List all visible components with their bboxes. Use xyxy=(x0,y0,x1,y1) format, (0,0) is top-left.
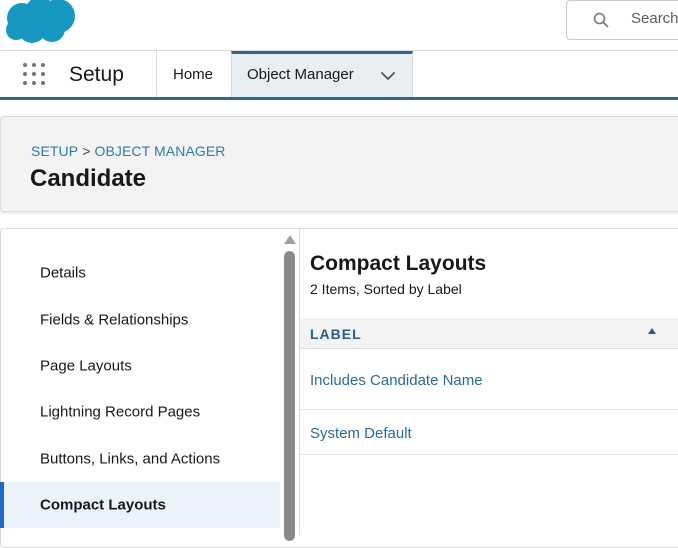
sidebar-item-label: Compact Layouts xyxy=(40,496,166,514)
tab-home[interactable]: Home xyxy=(156,51,232,97)
sidebar-item-compact-layouts[interactable]: Compact Layouts xyxy=(0,482,280,528)
column-header-text: LABEL xyxy=(310,326,362,342)
section-title: Compact Layouts xyxy=(310,252,487,275)
breadcrumb-separator: > xyxy=(82,143,91,159)
search-input[interactable] xyxy=(631,10,678,27)
app-navigation-bar: Setup Home Object Manager xyxy=(0,51,678,100)
global-search[interactable] xyxy=(566,0,678,40)
sidebar-item-label: Fields & Relationships xyxy=(40,311,189,329)
breadcrumb-setup[interactable]: SETUP xyxy=(31,143,78,159)
scroll-up-arrow-icon[interactable] xyxy=(284,235,296,244)
sidebar-item-fields-relationships[interactable]: Fields & Relationships xyxy=(0,297,280,343)
object-header: SETUP > OBJECT MANAGER Candidate xyxy=(0,116,678,212)
sort-ascending-icon[interactable] xyxy=(648,328,656,334)
table-row: System Default xyxy=(300,410,678,455)
item-count: 2 Items, Sorted by Label xyxy=(310,281,462,297)
sidebar-item-label: Buttons, Links, and Actions xyxy=(40,450,221,468)
object-sidebar: Details Fields & Relationships Page Layo… xyxy=(0,228,281,534)
app-launcher-icon[interactable] xyxy=(20,60,48,88)
sidebar-item-details[interactable]: Details xyxy=(0,250,280,296)
sidebar-item-label: Lightning Record Pages xyxy=(40,403,201,421)
compact-layout-link[interactable]: System Default xyxy=(310,425,412,442)
sidebar-scrollbar[interactable] xyxy=(281,229,298,541)
breadcrumb-object-manager[interactable]: OBJECT MANAGER xyxy=(94,143,225,159)
scrollbar-thumb[interactable] xyxy=(284,251,295,541)
global-header xyxy=(0,0,678,51)
page-title: Candidate xyxy=(30,165,147,192)
sidebar-item-label: Details xyxy=(40,264,86,282)
table-row: Includes Candidate Name xyxy=(300,349,678,410)
breadcrumb: SETUP > OBJECT MANAGER xyxy=(31,143,226,159)
tab-home-label: Home xyxy=(173,66,214,83)
sidebar-item-buttons-links-actions[interactable]: Buttons, Links, and Actions xyxy=(0,436,280,482)
column-header-label[interactable]: LABEL xyxy=(300,318,678,349)
salesforce-cloud-logo[interactable] xyxy=(2,0,78,44)
sidebar-item-lightning-record-pages[interactable]: Lightning Record Pages xyxy=(0,389,280,435)
sidebar-item-label: Page Layouts xyxy=(40,357,132,375)
compact-layout-link[interactable]: Includes Candidate Name xyxy=(310,372,483,389)
search-icon xyxy=(593,12,609,28)
tab-object-manager-label: Object Manager xyxy=(247,66,354,83)
tab-object-manager[interactable]: Object Manager xyxy=(231,51,413,97)
app-name: Setup xyxy=(69,63,124,86)
sidebar-item-page-layouts[interactable]: Page Layouts xyxy=(0,343,280,389)
chevron-down-icon[interactable] xyxy=(380,70,396,82)
